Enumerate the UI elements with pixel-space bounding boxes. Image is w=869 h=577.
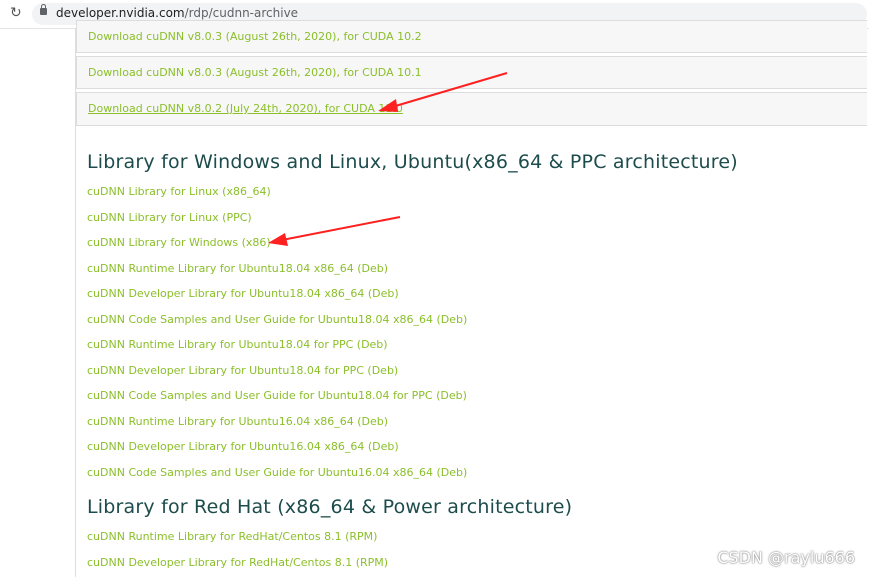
download-link[interactable]: cuDNN Library for Linux (PPC)	[87, 211, 252, 224]
download-link[interactable]: cuDNN Code Samples and User Guide for Ub…	[87, 313, 467, 326]
download-link[interactable]: Download cuDNN v8.0.3 (August 26th, 2020…	[88, 30, 422, 43]
download-link[interactable]: Download cuDNN v8.0.2 (July 24th, 2020),…	[88, 102, 403, 115]
download-link[interactable]: cuDNN Developer Library for RedHat/Cento…	[87, 556, 388, 569]
download-link[interactable]: cuDNN Library for Windows (x86)	[87, 236, 271, 249]
download-link[interactable]: cuDNN Developer Library for Ubuntu18.04 …	[87, 287, 399, 300]
arrow-icon	[268, 216, 401, 246]
download-link[interactable]: Download cuDNN v8.0.3 (August 26th, 2020…	[88, 66, 422, 79]
download-link[interactable]: cuDNN Code Samples and User Guide for Ub…	[87, 466, 467, 479]
download-link[interactable]: cuDNN Developer Library for Ubuntu18.04 …	[87, 364, 398, 377]
download-box: Download cuDNN v8.0.3 (August 26th, 2020…	[76, 20, 867, 53]
download-link[interactable]: cuDNN Library for Linux (x86_64)	[87, 185, 271, 198]
download-link[interactable]: cuDNN Runtime Library for Ubuntu18.04 fo…	[87, 338, 388, 351]
watermark: CSDN @raylu666	[717, 548, 855, 567]
download-link[interactable]: cuDNN Code Samples and User Guide for Ub…	[87, 389, 467, 402]
reload-icon[interactable]: ↻	[10, 5, 22, 21]
download-link[interactable]: cuDNN Runtime Library for Ubuntu18.04 x8…	[87, 262, 388, 275]
download-link[interactable]: cuDNN Runtime Library for RedHat/Centos …	[87, 530, 377, 543]
section-heading: Library for Red Hat (x86_64 & Power arch…	[87, 496, 573, 518]
url-host: developer.nvidia.com	[56, 6, 185, 20]
lock-icon	[40, 4, 47, 15]
download-link[interactable]: cuDNN Developer Library for Ubuntu16.04 …	[87, 440, 399, 453]
section-heading: Library for Windows and Linux, Ubuntu(x8…	[87, 151, 738, 173]
url-path: /rdp/cudnn-archive	[184, 6, 299, 20]
download-box: Download cuDNN v8.0.2 (July 24th, 2020),…	[76, 92, 867, 126]
download-box: Download cuDNN v8.0.3 (August 26th, 2020…	[76, 56, 867, 89]
download-link[interactable]: cuDNN Runtime Library for Ubuntu16.04 x8…	[87, 415, 388, 428]
